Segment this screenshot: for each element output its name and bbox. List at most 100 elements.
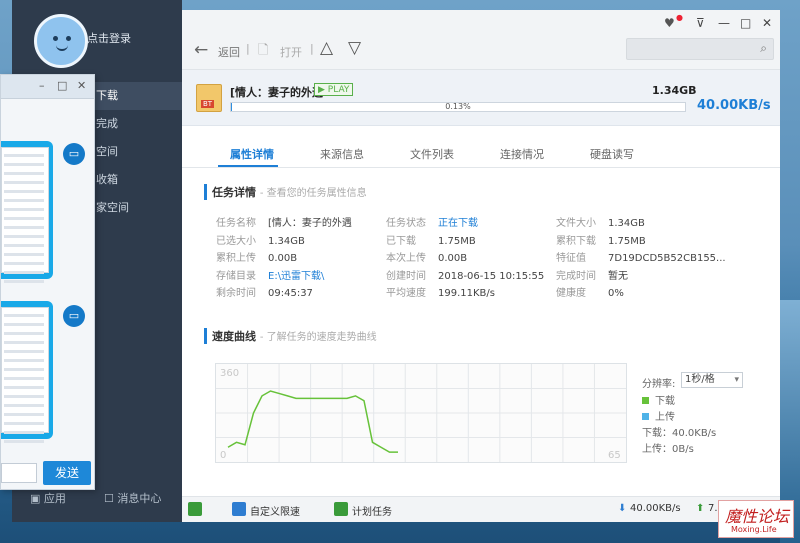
maximize-icon[interactable]: □ — [57, 79, 67, 92]
task-name: [情人：妻子的外遇 — [230, 86, 324, 99]
send-button[interactable]: 发送 — [43, 461, 91, 485]
bt-file-icon: BT — [196, 84, 222, 112]
detail-value: 199.11KB/s — [438, 288, 495, 299]
user-avatar[interactable] — [34, 14, 88, 68]
open-file-icon[interactable]: 🗋 — [258, 41, 268, 63]
detail-value: 0% — [608, 288, 624, 299]
detail-key: 累积下载 — [556, 235, 596, 247]
search-input[interactable]: ⌕ — [626, 38, 774, 60]
detail-row: 累积上传 0.00B — [216, 249, 297, 264]
close-icon[interactable]: ✕ — [762, 16, 772, 30]
detail-key: 任务名称 — [216, 218, 256, 229]
task-size: 1.34GB — [652, 84, 697, 97]
legend-download: 下载 — [642, 392, 675, 407]
task-row[interactable]: BT [情人：妻子的外遇 ▶ PLAY 1.34GB 0.13% 40.00KB… — [182, 70, 780, 126]
play-button[interactable]: ▶ PLAY — [314, 83, 354, 96]
speed-chart-svg: 360 0 65 — [216, 364, 626, 462]
back-button[interactable]: 返回 — [218, 44, 240, 60]
move-up-icon[interactable]: △ — [320, 38, 333, 58]
resolution-select[interactable]: 1秒/格 — [681, 372, 743, 388]
chat-input[interactable] — [1, 463, 37, 483]
message-center-button[interactable]: ☐ 消息中心 — [104, 490, 161, 506]
detail-key: 累积上传 — [216, 253, 256, 264]
tab-connections[interactable]: 连接情况 — [500, 146, 544, 162]
detail-key: 已选大小 — [216, 235, 256, 247]
detail-key: 任务状态 — [386, 218, 426, 229]
detail-key: 存储目录 — [216, 270, 256, 282]
detail-key: 本次上传 — [386, 253, 426, 264]
y-max-label: 360 — [220, 368, 239, 379]
detail-row: 任务名称 [情人：妻子的外遇 — [216, 214, 352, 229]
tab-source[interactable]: 来源信息 — [320, 146, 364, 162]
detail-value: 1.34GB — [268, 235, 305, 247]
section-title-details: 任务详情 - 查看您的任务属性信息 — [204, 184, 367, 200]
detail-row: 存储目录 E:\迅雷下载\ — [216, 267, 324, 282]
login-link[interactable]: 点击登录 — [87, 30, 131, 46]
x-max-label: 65 — [608, 450, 621, 461]
message-center-label: 消息中心 — [117, 492, 162, 505]
legend-upload: 上传 — [642, 408, 675, 423]
detail-row: 任务状态 正在下载 — [386, 214, 478, 229]
detail-value: 2018-06-15 10:15:55 — [438, 270, 545, 282]
y-min-label: 0 — [220, 450, 226, 461]
notification-dot-icon: ● — [676, 13, 683, 22]
thumbnail-content — [1, 147, 49, 283]
move-down-icon[interactable]: ▽ — [348, 38, 361, 58]
download-arrow-icon: ⬇ — [618, 503, 627, 514]
maximize-icon[interactable]: □ — [740, 16, 751, 30]
tab-file-list[interactable]: 文件列表 — [410, 146, 454, 162]
search-icon[interactable]: ⌕ — [760, 41, 767, 56]
detail-tabs: 属性详情 来源信息 文件列表 连接情况 硬盘读写 — [182, 140, 780, 168]
speed-chart: 360 0 65 — [215, 363, 627, 463]
open-button[interactable]: 打开 — [280, 44, 302, 60]
schedule-button[interactable]: 计划任务 — [352, 503, 392, 518]
detail-key: 平均速度 — [386, 288, 426, 299]
detail-key: 特征值 — [556, 253, 586, 264]
legend-upload-label: 上传 — [655, 412, 675, 423]
detail-value: 7D19DCD5B52CB155... — [608, 253, 726, 264]
minimize-icon[interactable]: – — [39, 79, 45, 92]
collapse-icon[interactable] — [188, 502, 202, 516]
detail-row: 已下载 1.75MB — [386, 232, 476, 247]
download-swatch — [642, 397, 649, 404]
skin-icon[interactable]: ♥ — [664, 16, 675, 30]
apps-label: 应用 — [43, 492, 66, 505]
apps-button[interactable]: ▣ 应用 — [30, 490, 66, 506]
speed-limit-button[interactable]: 自定义限速 — [250, 503, 300, 518]
details-hint: - 查看您的任务属性信息 — [259, 188, 367, 199]
details-title: 任务详情 — [212, 186, 256, 199]
detail-value: 0.00B — [268, 253, 298, 264]
speed-hint: - 了解任务的速度走势曲线 — [259, 332, 377, 343]
speed-limit-icon — [232, 502, 246, 516]
monitor-icon[interactable]: ▭ — [63, 305, 85, 327]
detail-row: 健康度 0% — [556, 284, 624, 299]
detail-row: 文件大小 1.34GB — [556, 214, 645, 229]
close-icon[interactable]: ✕ — [77, 79, 86, 92]
upload-arrow-icon: ⬆ — [696, 503, 705, 514]
tab-disk-io[interactable]: 硬盘读写 — [590, 146, 634, 162]
schedule-icon — [334, 502, 348, 516]
detail-value: 暂无 — [608, 270, 628, 282]
detail-value: 0.00B — [438, 253, 468, 264]
thumbnail-content — [1, 307, 49, 443]
monitor-icon[interactable]: ▭ — [63, 143, 85, 165]
detail-value: 1.34GB — [608, 218, 645, 229]
detail-key: 文件大小 — [556, 218, 596, 229]
back-arrow-icon[interactable]: ← — [194, 40, 208, 60]
detail-value: 1.75MB — [438, 235, 476, 247]
detail-key: 剩余时间 — [216, 288, 256, 299]
tab-properties[interactable]: 属性详情 — [230, 146, 274, 162]
chat-screenshot-thumbnail[interactable] — [1, 141, 53, 283]
chat-screenshot-thumbnail[interactable] — [1, 301, 53, 443]
detail-key: 创建时间 — [386, 270, 426, 282]
watermark-url: Moxing.Life — [731, 525, 777, 534]
minimize-icon[interactable]: — — [718, 16, 730, 30]
menu-icon[interactable]: ⊽ — [696, 16, 705, 30]
detail-value: 1.75MB — [608, 235, 646, 247]
detail-value[interactable]: E:\迅雷下载\ — [268, 271, 324, 282]
detail-row: 平均速度 199.11KB/s — [386, 284, 495, 299]
divider: | — [310, 42, 314, 55]
active-tab-indicator — [218, 165, 278, 167]
avatar-eye — [66, 36, 71, 41]
detail-row: 特征值 7D19DCD5B52CB155... — [556, 249, 726, 264]
